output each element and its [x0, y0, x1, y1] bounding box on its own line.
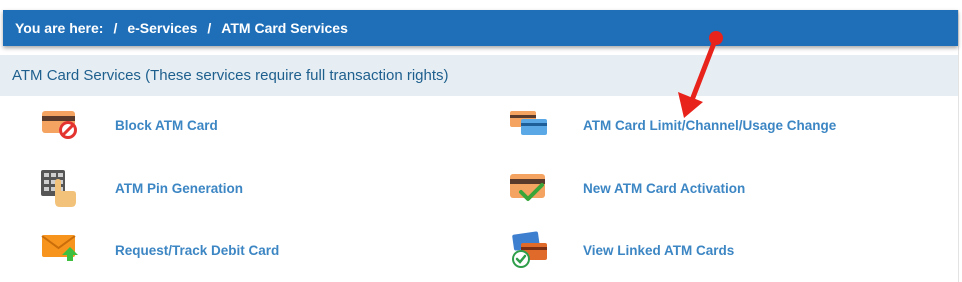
breadcrumb-separator: /: [113, 20, 118, 36]
service-atm-pin-generation[interactable]: ATM Pin Generation: [41, 168, 243, 208]
service-label[interactable]: ATM Pin Generation: [115, 181, 243, 196]
section-title: ATM Card Services (These services requir…: [0, 55, 958, 96]
page-border: [958, 10, 959, 282]
service-label[interactable]: View Linked ATM Cards: [583, 243, 734, 258]
service-label[interactable]: Request/Track Debit Card: [115, 243, 279, 258]
service-label[interactable]: Block ATM Card: [115, 118, 218, 133]
top-margin: [0, 0, 962, 10]
breadcrumb-separator: /: [207, 20, 212, 36]
breadcrumb-prefix: You are here:: [15, 20, 104, 36]
breadcrumb-item-atm-card-services: ATM Card Services: [221, 20, 348, 36]
breadcrumb-item-eservices[interactable]: e-Services: [127, 20, 197, 36]
breadcrumb: You are here: / e-Services / ATM Card Se…: [3, 10, 958, 46]
service-label[interactable]: New ATM Card Activation: [583, 181, 745, 196]
annotation-arrow: [678, 31, 723, 118]
envelope-upload-icon: [41, 230, 81, 270]
cards-limit-icon: [509, 105, 549, 145]
service-request-track-debit-card[interactable]: Request/Track Debit Card: [41, 230, 279, 270]
service-block-atm-card[interactable]: Block ATM Card: [41, 105, 218, 145]
section-title-text: ATM Card Services (These services requir…: [12, 67, 449, 84]
linked-cards-icon: [509, 230, 549, 270]
keypad-hand-icon: [41, 168, 81, 208]
service-new-atm-card-activation[interactable]: New ATM Card Activation: [509, 168, 745, 208]
card-check-icon: [509, 168, 549, 208]
service-view-linked-atm-cards[interactable]: View Linked ATM Cards: [509, 230, 734, 270]
atm-card-block-icon: [41, 105, 81, 145]
